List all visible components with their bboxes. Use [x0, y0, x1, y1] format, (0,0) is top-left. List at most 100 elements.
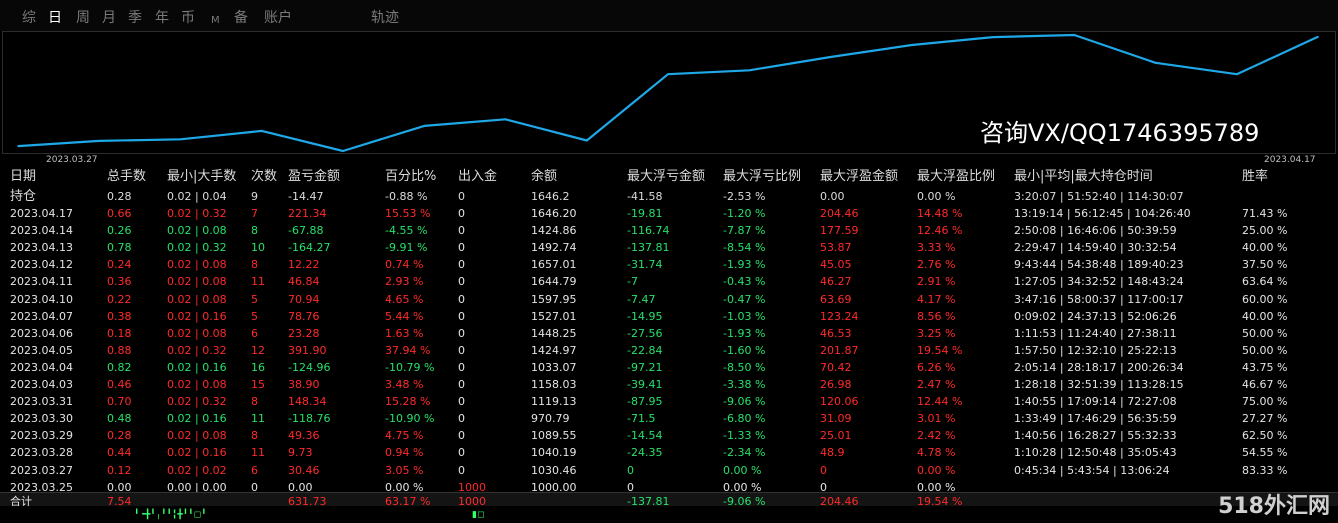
header-pl-amount: 盈亏金额 [288, 169, 341, 184]
tab-7[interactable]: M [211, 12, 220, 30]
tab-1[interactable]: 日 [48, 9, 62, 27]
cell-win-rate: 71.43 % [1242, 207, 1288, 220]
cell-balance: 1424.86 [531, 224, 577, 238]
cell-total-lots: 0.26 [107, 224, 132, 238]
table-row: 2023.04.10 0.22 0.02 | 0.08 5 70.94 4.65 % 0 15… [0, 291, 1338, 308]
cell-pl-amount: 49.36 [288, 429, 320, 443]
equity-point [992, 36, 994, 38]
cell-max-float-profit-pct: 12.44 % [917, 395, 963, 409]
cell-percent: 1.63 % [385, 326, 424, 340]
cell-count: 16 [251, 360, 265, 374]
table-row: 2023.03.30 0.48 0.02 | 0.16 11 -118.76 -10.90… [0, 410, 1338, 427]
cell-win-rate: 46.67 % [1242, 378, 1288, 391]
tab-8[interactable]: 备 [234, 9, 248, 27]
cell-cash-flow: 0 [458, 309, 465, 323]
cell-max-float-profit: 53.87 [820, 241, 852, 255]
cell-total-lots: 0.24 [107, 258, 132, 272]
cell-max-float-loss: 0 [627, 463, 634, 477]
equity-point [910, 44, 913, 46]
cell-count: 6 [251, 463, 258, 477]
cell-win-rate: 43.75 % [1242, 360, 1288, 374]
cell-hold-time: 0:45:34 | 5:43:54 | 13:06:24 [1014, 463, 1170, 477]
cell-max-float-profit: 177.59 [820, 224, 859, 238]
cell-count: 6 [251, 326, 258, 340]
cell-min-max-lots: 0.02 | 0.32 [167, 343, 227, 357]
cell-max-float-loss: -116.74 [627, 224, 670, 238]
cell-hold-time: 3:47:16 | 58:00:37 | 117:00:17 [1014, 292, 1184, 306]
cell-max-float-profit: 0 [820, 463, 827, 477]
cell-win-rate: 60.00 % [1242, 292, 1288, 306]
cell-total-lots: 0.38 [107, 309, 132, 323]
cell-pl-amount: 30.46 [288, 463, 320, 477]
cell-date: 2023.04.14 [10, 224, 73, 238]
cell-balance: 1448.25 [531, 326, 577, 340]
header-max-float-loss-pct: 最大浮亏比例 [723, 169, 802, 184]
tab-10[interactable]: 轨迹 [371, 9, 399, 27]
cell-cash-flow: 0 [458, 463, 465, 477]
cell-hold-time: 2:05:14 | 28:18:17 | 200:26:34 [1014, 360, 1184, 374]
cell-max-float-profit-pct: 19.54 % [917, 343, 963, 357]
cell-max-float-loss-pct: -7.87 % [723, 224, 766, 238]
cell-date: 2023.03.31 [10, 395, 73, 409]
cell-count: 8 [251, 429, 258, 443]
cell-max-float-loss: -7 [627, 275, 638, 289]
holding-max-float-profit: 0.00 [820, 190, 845, 203]
cell-total-lots: 0.78 [107, 241, 132, 255]
cell-hold-time: 1:40:56 | 16:28:27 | 55:32:33 [1014, 429, 1177, 443]
cell-max-float-loss-pct: -1.93 % [723, 326, 766, 340]
cell-date: 2023.03.27 [10, 463, 73, 477]
cell-hold-time: 1:33:49 | 17:46:29 | 56:35:59 [1014, 412, 1177, 426]
equity-point [1154, 61, 1157, 64]
cell-cash-flow: 0 [458, 412, 465, 426]
cell-max-float-loss-pct: -1.20 % [723, 207, 766, 220]
tab-2[interactable]: 周 [76, 9, 90, 27]
cell-min-max-lots: 0.02 | 0.08 [167, 292, 227, 306]
cell-max-float-loss-pct: -1.60 % [723, 343, 766, 357]
cell-total-lots: 0.28 [107, 429, 132, 443]
cell-total-lots: 0.12 [107, 463, 132, 477]
cell-min-max-lots: 0.02 | 0.08 [167, 224, 227, 238]
table-header: 日期 总手数 最小|大手数 次数 盈亏金额 百分比% 出入金 余额 最大浮亏金额 最大浮亏比例 最大… [0, 168, 1338, 185]
equity-point [504, 118, 507, 121]
cell-min-max-lots: 0.02 | 0.32 [167, 241, 227, 255]
cell-win-rate: 54.55 % [1242, 446, 1288, 460]
header-hold-time: 最小|平均|最大持仓时间 [1014, 169, 1153, 184]
cell-min-max-lots: 0.02 | 0.08 [167, 258, 227, 272]
cell-date: 2023.04.11 [10, 275, 73, 289]
equity-point [748, 69, 751, 72]
cell-hold-time: 1:11:53 | 11:24:40 | 27:38:11 [1014, 326, 1177, 340]
cell-date: 2023.04.05 [10, 343, 73, 357]
cell-count: 15 [251, 378, 265, 391]
cell-min-max-lots: 0.02 | 0.16 [167, 360, 227, 374]
cell-max-float-profit-pct: 3.25 % [917, 326, 956, 340]
cell-min-max-lots: 0.02 | 0.08 [167, 275, 227, 289]
cell-win-rate: 40.00 % [1242, 241, 1288, 255]
header-count: 次数 [251, 169, 278, 184]
cell-max-float-loss-pct: -6.80 % [723, 412, 766, 426]
tab-5[interactable]: 年 [155, 9, 169, 27]
cell-hold-time: 1:57:50 | 12:32:10 | 25:22:13 [1014, 343, 1177, 357]
cell-hold-time: 0:09:02 | 24:37:13 | 52:06:26 [1014, 309, 1177, 323]
cell-max-float-profit-pct: 2.42 % [917, 429, 956, 443]
cell-max-float-profit: 46.27 [820, 275, 852, 289]
cell-percent: 2.93 % [385, 275, 424, 289]
holding-max-float-loss-pct: -2.53 % [723, 190, 766, 203]
cell-hold-time: 1:40:55 | 17:09:14 | 72:27:08 [1014, 395, 1177, 409]
cell-max-float-loss-pct: -0.43 % [723, 275, 766, 289]
cell-cash-flow: 0 [458, 326, 465, 340]
cell-cash-flow: 0 [458, 241, 465, 255]
tab-0[interactable]: 综 [22, 9, 36, 27]
header-date: 日期 [10, 169, 37, 184]
tab-9[interactable]: 账户 [264, 9, 292, 27]
cell-pl-amount: -124.96 [288, 360, 331, 374]
tab-3[interactable]: 月 [102, 9, 116, 27]
cell-balance: 1492.74 [531, 241, 577, 255]
cell-date: 2023.04.10 [10, 292, 73, 306]
cell-cash-flow: 0 [458, 343, 465, 357]
mini-candles-left: ╹╺╋╹╷╹╹╏╋╹╹◻╹ [134, 510, 207, 520]
cell-max-float-loss: -137.81 [627, 241, 670, 255]
cell-max-float-loss: -22.84 [627, 343, 663, 357]
tab-4[interactable]: 季 [128, 9, 142, 27]
tab-6[interactable]: 币 [181, 9, 195, 27]
cell-min-max-lots: 0.02 | 0.08 [167, 429, 227, 443]
